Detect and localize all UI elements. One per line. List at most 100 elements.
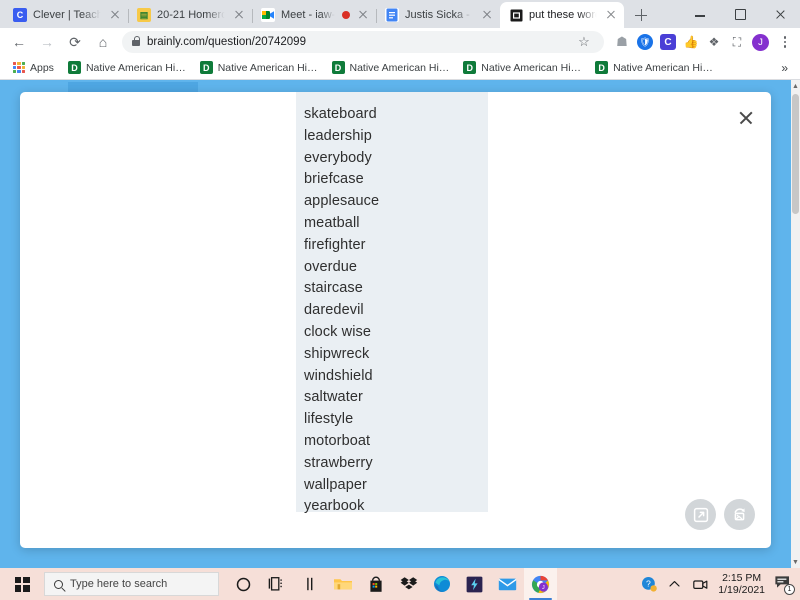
shield-icon[interactable]: 🛡 [637,34,653,50]
drive-doc-icon: D [331,61,345,74]
close-icon[interactable] [735,106,757,128]
mail-icon[interactable] [491,568,524,600]
google-classroom-icon: ▤ [137,8,151,22]
scrollbar-thumb[interactable] [792,94,799,214]
microsoft-edge-icon[interactable] [425,568,458,600]
apps-grid-icon [13,61,25,74]
drive-doc-icon: D [67,61,81,74]
word-list-image: skateboard leadership everybody briefcas… [296,92,488,514]
scroll-up-icon[interactable]: ▲ [791,80,800,92]
window-controls [680,0,800,28]
recording-indicator-icon [342,11,350,19]
cast-icon[interactable]: ⛶ [729,34,745,50]
tab-justis-sicka-doc[interactable]: Justis Sicka - Colo… [376,2,501,28]
page-scrollbar[interactable]: ▲ ▼ [791,80,800,568]
bookmark-star-icon[interactable]: ☆ [574,34,594,50]
drive-doc-icon: D [463,61,477,74]
clever-icon: C [13,8,27,22]
address-bar[interactable]: brainly.com/question/20742099 ☆ [122,31,604,53]
tab-close-icon[interactable] [480,8,494,22]
widgets-icon[interactable] [293,568,326,600]
chrome-menu-icon[interactable] [776,34,794,50]
word-list: skateboard leadership everybody briefcas… [304,104,488,518]
list-item: leadership [304,127,372,144]
start-button[interactable] [0,568,44,600]
svg-text:J: J [542,585,545,591]
bookmark-item[interactable]: D Native American Hi… [61,61,193,74]
list-item: applesauce [304,193,380,210]
avatar[interactable]: J [752,33,769,51]
rotate-image-icon[interactable] [724,499,755,530]
chevron-up-icon[interactable] [666,576,683,593]
bookmarks-overflow-icon[interactable]: » [775,61,794,75]
bookmark-item[interactable]: D Native American Hi… [456,61,588,74]
list-item: windshield [304,367,373,384]
house-icon[interactable]: ☗ [614,34,630,50]
task-view-icon[interactable] [260,568,293,600]
bookmark-item[interactable]: D Native American Hi… [588,61,720,74]
tab-strip: C Clever | Teacher P… ▤ 20-21 Homeroom M… [0,0,800,28]
browser-window: C Clever | Teacher P… ▤ 20-21 Homeroom M… [0,0,800,568]
bookmark-label: Native American Hi… [481,61,582,74]
tab-close-icon[interactable] [232,8,246,22]
window-minimize-button[interactable] [680,0,720,28]
list-item: motorboat [304,432,371,449]
browser-toolbar: ← → ⟳ ⌂ brainly.com/question/20742099 ☆ … [0,28,800,56]
lock-icon [132,36,141,46]
microsoft-store-icon[interactable] [359,568,392,600]
file-explorer-icon[interactable] [326,568,359,600]
notifications-icon[interactable]: 1 [774,575,795,595]
windows-logo-icon [14,576,30,592]
bookmark-item[interactable]: D Native American Hi… [193,61,325,74]
google-chrome-icon[interactable]: J [524,568,557,600]
list-item: staircase [304,280,363,297]
back-icon[interactable]: ← [6,29,32,55]
bookmark-label: Native American Hi… [349,61,450,74]
list-item: strawberry [304,454,373,471]
dropbox-icon[interactable] [392,568,425,600]
tab-meet[interactable]: Meet - iaw-d… [252,2,377,28]
forward-icon[interactable]: → [34,29,60,55]
tab-homeroom[interactable]: ▤ 20-21 Homeroom [128,2,253,28]
tab-clever[interactable]: C Clever | Teacher P… [4,2,129,28]
list-item: firefighter [304,236,366,253]
google-docs-icon [385,8,399,22]
tab-close-icon[interactable] [108,8,122,22]
home-icon[interactable]: ⌂ [90,29,116,55]
list-item: wallpaper [304,476,367,493]
taskbar-search-input[interactable]: Type here to search [44,572,219,596]
open-in-new-window-icon[interactable] [685,499,716,530]
cortana-icon[interactable] [227,568,260,600]
tab-put-these-words[interactable]: put these words i… [500,2,624,28]
clock-time: 2:15 PM [722,571,762,584]
bookmark-label: Apps [30,61,54,74]
scroll-down-icon[interactable]: ▼ [791,556,800,568]
search-icon [54,579,63,589]
bookmark-label: Native American Hi… [85,61,186,74]
extension-icons: ☗ 🛡 C 👍 ❖ ⛶ J [610,33,794,51]
new-tab-button[interactable] [630,4,652,26]
thumbs-up-icon[interactable]: 👍 [683,34,699,50]
reload-icon[interactable]: ⟳ [62,29,88,55]
list-item: daredevil [304,302,364,319]
page-viewport: windshield skateboard leadership everybo… [0,80,800,568]
help-icon[interactable]: ? [640,576,657,593]
clever-extension-icon[interactable]: C [660,34,676,50]
bookmark-label: Native American Hi… [217,61,318,74]
clock-date: 1/19/2021 [718,584,765,596]
taskbar-icons: J [227,568,557,600]
tab-close-icon[interactable] [356,8,370,22]
drive-doc-icon: D [595,61,609,74]
window-maximize-button[interactable] [720,0,760,28]
tab-close-icon[interactable] [604,8,618,22]
shortcut-app-icon[interactable] [458,568,491,600]
window-close-button[interactable] [760,0,800,28]
list-item: skateboard [304,106,377,122]
puzzle-piece-icon[interactable]: ❖ [706,34,722,50]
bookmark-item[interactable]: D Native American Hi… [325,61,457,74]
taskbar-clock[interactable]: 2:15 PM 1/19/2021 [718,572,765,597]
list-item: yearbook [304,498,365,515]
list-item: meatball [304,214,360,231]
bookmark-apps[interactable]: Apps [6,61,61,74]
meet-camera-icon[interactable] [692,576,709,593]
